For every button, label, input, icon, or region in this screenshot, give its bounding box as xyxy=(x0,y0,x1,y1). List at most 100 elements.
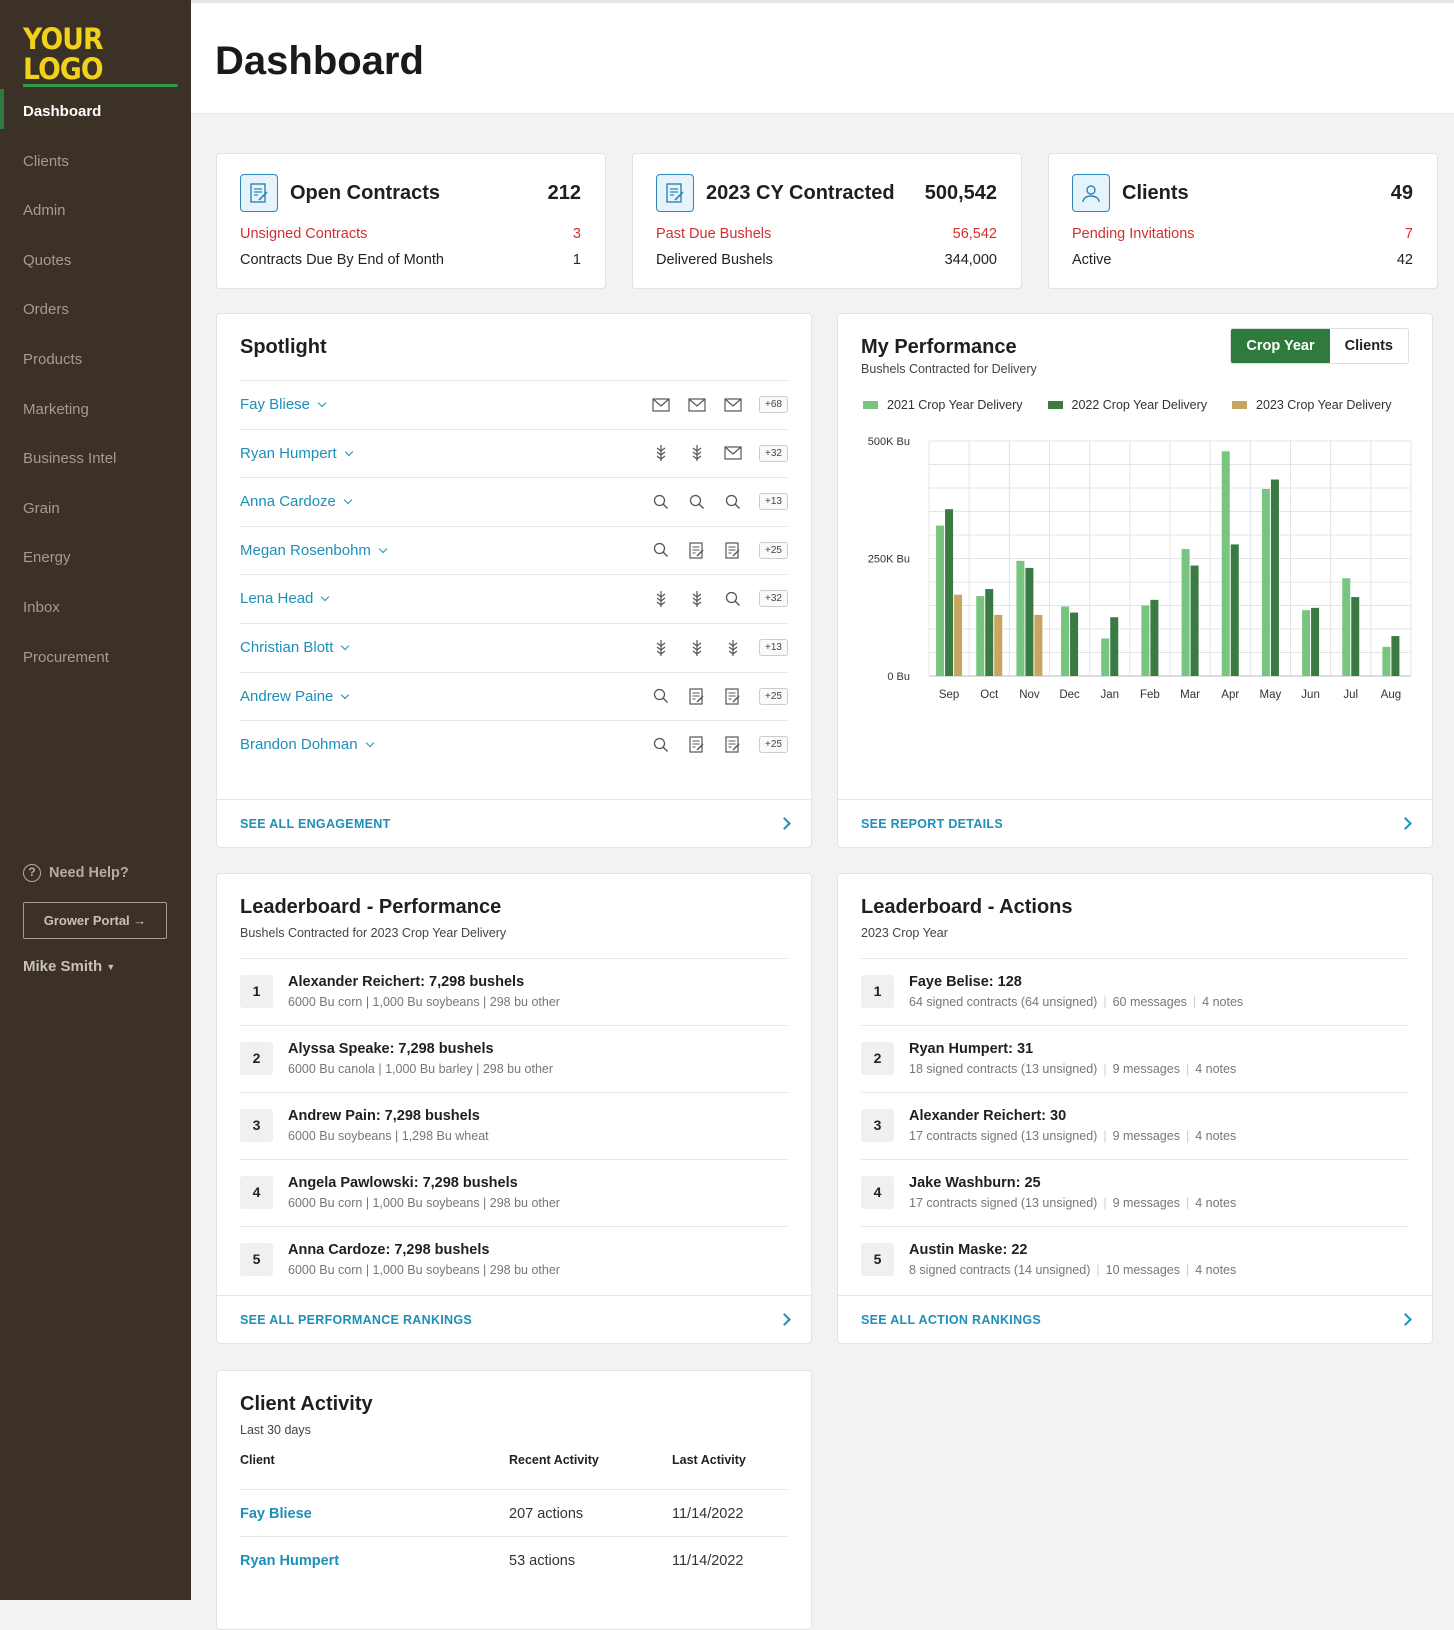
stat-row[interactable]: Past Due Bushels 56,542 xyxy=(656,226,997,242)
contract-icon[interactable] xyxy=(723,541,742,560)
search-icon[interactable] xyxy=(723,589,742,608)
bar-sep-0[interactable] xyxy=(936,525,945,676)
sidebar-item-marketing[interactable]: Marketing xyxy=(0,386,191,436)
mail-icon[interactable] xyxy=(651,395,670,414)
need-help-link[interactable]: ? Need Help? xyxy=(23,864,129,882)
more-badge[interactable]: +32 xyxy=(759,444,788,462)
mail-icon[interactable] xyxy=(687,395,706,414)
leaderboard-row[interactable]: 4 Angela Pawlowski: 7,298 bushels 6000 Bu … xyxy=(240,1159,788,1225)
spotlight-client-link[interactable]: Lena Head xyxy=(240,590,330,607)
sidebar-item-business-intel[interactable]: Business Intel xyxy=(0,435,191,485)
stat-row[interactable]: Pending Invitations 7 xyxy=(1072,226,1413,242)
spotlight-client-link[interactable]: Ryan Humpert xyxy=(240,445,353,462)
spotlight-client-link[interactable]: Andrew Paine xyxy=(240,688,350,705)
activity-client-link[interactable]: Fay Bliese xyxy=(240,1506,312,1522)
leaderboard-row[interactable]: 3 Alexander Reichert: 30 17 contracts sign… xyxy=(861,1092,1409,1158)
user-menu[interactable]: Mike Smith ▼ xyxy=(23,958,115,975)
see-all-performance-link[interactable]: SEE ALL PERFORMANCE RANKINGS xyxy=(217,1295,811,1343)
stat-card-1[interactable]: 2023 CY Contracted 500,542 Past Due Bushel… xyxy=(632,153,1022,289)
bar-apr-1[interactable] xyxy=(1230,544,1239,676)
sidebar-item-clients[interactable]: Clients xyxy=(0,138,191,188)
bar-feb-1[interactable] xyxy=(1150,599,1159,676)
contract-icon[interactable] xyxy=(723,735,742,754)
bar-nov-2[interactable] xyxy=(1034,614,1043,676)
leaderboard-row[interactable]: 4 Jake Washburn: 25 17 contracts signed (1… xyxy=(861,1159,1409,1225)
see-report-details-link[interactable]: SEE REPORT DETAILS xyxy=(838,799,1432,847)
mail-icon[interactable] xyxy=(723,395,742,414)
wheat-icon[interactable] xyxy=(687,638,706,657)
sidebar-item-products[interactable]: Products xyxy=(0,336,191,386)
search-icon[interactable] xyxy=(651,735,670,754)
see-all-engagement-link[interactable]: SEE ALL ENGAGEMENT xyxy=(217,799,811,847)
leaderboard-row[interactable]: 2 Ryan Humpert: 31 18 signed contracts (13… xyxy=(861,1025,1409,1091)
leaderboard-row[interactable]: 1 Alexander Reichert: 7,298 bushels 6000 B… xyxy=(240,958,788,1024)
bar-jun-0[interactable] xyxy=(1302,610,1311,676)
search-icon[interactable] xyxy=(651,541,670,560)
bar-may-0[interactable] xyxy=(1261,488,1270,676)
more-badge[interactable]: +25 xyxy=(759,736,788,754)
bar-sep-1[interactable] xyxy=(945,509,954,676)
see-all-actions-link[interactable]: SEE ALL ACTION RANKINGS xyxy=(838,1295,1432,1343)
bar-jan-0[interactable] xyxy=(1101,638,1110,676)
search-icon[interactable] xyxy=(687,492,706,511)
bar-oct-1[interactable] xyxy=(985,589,994,676)
contract-icon[interactable] xyxy=(687,687,706,706)
stat-card-2[interactable]: Clients 49 Pending Invitations 7 Active 42 xyxy=(1048,153,1438,289)
bar-apr-0[interactable] xyxy=(1221,451,1230,676)
stat-row[interactable]: Active 42 xyxy=(1072,252,1413,268)
stat-row[interactable]: Delivered Bushels 344,000 xyxy=(656,252,997,268)
bar-jun-1[interactable] xyxy=(1311,607,1320,676)
bar-aug-1[interactable] xyxy=(1391,636,1400,676)
spotlight-client-link[interactable]: Brandon Dohman xyxy=(240,736,374,753)
grower-portal-button[interactable]: Grower Portal → xyxy=(23,902,167,939)
contract-icon[interactable] xyxy=(687,541,706,560)
sidebar-item-procurement[interactable]: Procurement xyxy=(0,634,191,684)
more-badge[interactable]: +25 xyxy=(759,541,788,559)
bar-nov-0[interactable] xyxy=(1016,560,1025,676)
bar-mar-1[interactable] xyxy=(1190,565,1199,676)
sidebar-item-dashboard[interactable]: Dashboard xyxy=(0,88,191,138)
leaderboard-row[interactable]: 1 Faye Belise: 128 64 signed contracts (64… xyxy=(861,958,1409,1024)
wheat-icon[interactable] xyxy=(687,589,706,608)
more-badge[interactable]: +13 xyxy=(759,493,788,511)
wheat-icon[interactable] xyxy=(651,638,670,657)
wheat-icon[interactable] xyxy=(687,444,706,463)
search-icon[interactable] xyxy=(651,687,670,706)
stat-row[interactable]: Unsigned Contracts 3 xyxy=(240,226,581,242)
spotlight-client-link[interactable]: Christian Blott xyxy=(240,639,350,656)
sidebar-item-quotes[interactable]: Quotes xyxy=(0,237,191,287)
spotlight-client-link[interactable]: Fay Bliese xyxy=(240,396,327,413)
activity-client-link[interactable]: Ryan Humpert xyxy=(240,1553,339,1569)
contract-icon[interactable] xyxy=(723,687,742,706)
toggle-crop-year[interactable]: Crop Year xyxy=(1231,329,1330,363)
leaderboard-row[interactable]: 3 Andrew Pain: 7,298 bushels 6000 Bu soybe… xyxy=(240,1092,788,1158)
sidebar-item-grain[interactable]: Grain xyxy=(0,485,191,535)
wheat-icon[interactable] xyxy=(651,589,670,608)
bar-nov-1[interactable] xyxy=(1025,567,1034,676)
bar-may-1[interactable] xyxy=(1270,479,1279,676)
more-badge[interactable]: +13 xyxy=(759,639,788,656)
more-badge[interactable]: +68 xyxy=(759,396,788,413)
spotlight-client-link[interactable]: Megan Rosenbohm xyxy=(240,542,388,559)
search-icon[interactable] xyxy=(651,492,670,511)
more-badge[interactable]: +25 xyxy=(759,687,788,705)
sidebar-item-inbox[interactable]: Inbox xyxy=(0,584,191,634)
sidebar-item-energy[interactable]: Energy xyxy=(0,534,191,584)
spotlight-client-link[interactable]: Anna Cardoze xyxy=(240,493,353,510)
stat-card-0[interactable]: Open Contracts 212 Unsigned Contracts 3 Cont… xyxy=(216,153,606,289)
bar-mar-0[interactable] xyxy=(1181,549,1190,676)
wheat-icon[interactable] xyxy=(651,444,670,463)
bar-oct-0[interactable] xyxy=(976,596,985,676)
toggle-clients[interactable]: Clients xyxy=(1330,329,1408,363)
wheat-icon[interactable] xyxy=(723,638,742,657)
bar-dec-1[interactable] xyxy=(1070,612,1079,676)
bar-jan-1[interactable] xyxy=(1110,617,1119,676)
bar-dec-0[interactable] xyxy=(1061,606,1070,676)
sidebar-item-admin[interactable]: Admin xyxy=(0,187,191,237)
contract-icon[interactable] xyxy=(687,735,706,754)
logo[interactable]: YOUR LOGO xyxy=(23,24,178,87)
bar-aug-0[interactable] xyxy=(1382,646,1391,676)
mail-icon[interactable] xyxy=(723,444,742,463)
search-icon[interactable] xyxy=(723,492,742,511)
bar-oct-2[interactable] xyxy=(994,614,1003,676)
